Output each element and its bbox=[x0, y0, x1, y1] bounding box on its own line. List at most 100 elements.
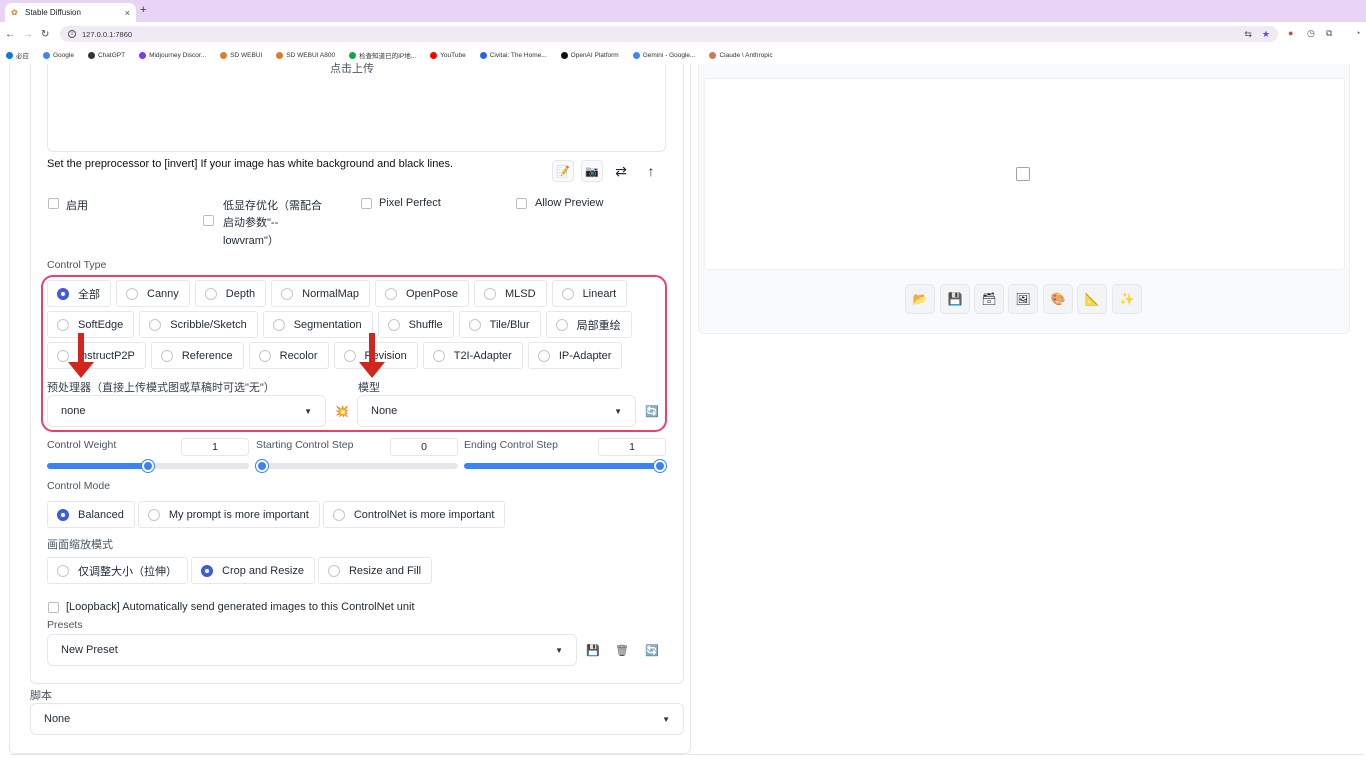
swap-icon[interactable]: ⇄ bbox=[610, 160, 632, 182]
upload-arrow-icon[interactable]: ↑ bbox=[640, 160, 662, 182]
ending-step-label: Ending Control Step bbox=[464, 439, 558, 451]
control-type-label: Control Type bbox=[47, 259, 107, 271]
ending-step-slider[interactable] bbox=[464, 463, 666, 469]
bookmark-item[interactable]: Google bbox=[43, 51, 74, 59]
bookmark-label: Civitai: The Home... bbox=[489, 51, 547, 59]
image-placeholder-icon bbox=[1016, 167, 1030, 181]
bookmark-label: SD WEBUI bbox=[230, 51, 263, 59]
ending-step-input[interactable]: 1 bbox=[598, 438, 666, 456]
bookmark-item[interactable]: YouTube bbox=[430, 51, 466, 59]
history-icon[interactable]: ◷ bbox=[1307, 28, 1315, 39]
annotation-arrow-shaft bbox=[78, 333, 84, 363]
bookmark-item[interactable]: Midjourney Discor... bbox=[139, 51, 206, 59]
control-mode-label: Balanced bbox=[78, 508, 124, 521]
loopback-checkbox[interactable] bbox=[48, 602, 59, 613]
bookmark-item[interactable]: 检查知道已的IP地... bbox=[349, 50, 416, 60]
open-folder-icon[interactable]: 📂 bbox=[905, 284, 935, 314]
bookmark-item[interactable]: SD WEBUI bbox=[220, 51, 263, 59]
bookmark-favicon-icon bbox=[276, 51, 284, 59]
annotation-arrow-shaft bbox=[369, 333, 375, 363]
radio-icon bbox=[57, 508, 69, 521]
control-mode-option[interactable]: My prompt is more important bbox=[137, 501, 320, 528]
pixel-perfect-checkbox[interactable] bbox=[361, 198, 372, 209]
translate-icon[interactable]: ⇆ bbox=[1244, 29, 1252, 40]
loopback-label: [Loopback] Automatically send generated … bbox=[66, 601, 415, 613]
preset-dropdown[interactable]: New Preset ▼ bbox=[47, 634, 577, 666]
bookmark-label: Claude \ Anthropic bbox=[719, 51, 773, 59]
radio-icon bbox=[327, 564, 340, 577]
forward-icon[interactable]: → bbox=[23, 29, 33, 40]
control-weight-label: Control Weight bbox=[47, 439, 117, 451]
send-to-img2img-icon[interactable]: 🖼 bbox=[1008, 284, 1038, 314]
ending-step-handle[interactable] bbox=[654, 460, 666, 472]
send-to-extras-icon[interactable]: 📐 bbox=[1077, 284, 1107, 314]
allow-preview-checkbox[interactable] bbox=[516, 198, 527, 209]
bookmark-item[interactable]: SD WEBUI A800 bbox=[276, 51, 336, 59]
resize-mode-option[interactable]: Crop and Resize bbox=[191, 557, 315, 584]
extension-icon[interactable]: ● bbox=[1288, 28, 1293, 38]
enable-checkbox[interactable] bbox=[48, 198, 59, 209]
lowvram-checkbox[interactable] bbox=[203, 215, 214, 226]
radio-icon bbox=[332, 508, 345, 521]
profile-icon[interactable]: ◔ bbox=[1355, 28, 1360, 38]
control-mode-option[interactable]: Balanced bbox=[47, 501, 135, 528]
new-tab-icon[interactable]: + bbox=[140, 4, 146, 16]
chevron-down-icon: ▼ bbox=[662, 714, 670, 724]
close-tab-icon[interactable]: × bbox=[125, 8, 130, 18]
browser-tab[interactable]: ✿ Stable Diffusion × bbox=[5, 3, 136, 22]
starting-step-handle[interactable] bbox=[256, 460, 268, 472]
bookmark-item[interactable]: 必应 bbox=[6, 50, 29, 60]
camera-icon[interactable]: 📷 bbox=[581, 160, 603, 182]
presets-label: Presets bbox=[47, 619, 83, 631]
lowvram-label-line3: lowvram"） bbox=[223, 235, 279, 247]
bookmark-favicon-icon bbox=[139, 51, 147, 59]
bookmark-item[interactable]: Claude \ Anthropic bbox=[709, 51, 773, 59]
back-icon[interactable]: ← bbox=[5, 29, 15, 40]
bookmark-label: Gemini - Google... bbox=[642, 51, 696, 59]
url-text: 127.0.0.1:7860 bbox=[82, 29, 133, 39]
control-weight-input[interactable]: 1 bbox=[181, 438, 249, 456]
resize-mode-group: 仅调整大小（拉伸） Crop and Resize Resize and Fill bbox=[47, 557, 433, 584]
bookmark-star-icon[interactable]: ★ bbox=[1262, 29, 1270, 40]
send-to-inpaint-icon[interactable]: 🎨 bbox=[1043, 284, 1073, 314]
bookmark-item[interactable]: Civitai: The Home... bbox=[479, 51, 547, 59]
control-weight-handle[interactable] bbox=[142, 460, 154, 472]
refresh-presets-icon[interactable]: 🔄 bbox=[642, 640, 662, 660]
bookmark-item[interactable]: Gemini - Google... bbox=[632, 51, 696, 59]
bookmark-label: 检查知道已的IP地... bbox=[359, 53, 417, 60]
control-mode-label: Control Mode bbox=[47, 480, 111, 492]
address-bar[interactable]: i 127.0.0.1:7860 ⇆ ★ bbox=[60, 26, 1278, 42]
save-preset-icon[interactable]: 💾 bbox=[583, 640, 603, 660]
save-icon[interactable]: 💾 bbox=[940, 284, 970, 314]
annotation-highlight-box bbox=[41, 275, 667, 432]
control-mode-option[interactable]: ControlNet is more important bbox=[322, 501, 506, 528]
bookmark-label: OpenAI Platform bbox=[570, 51, 619, 59]
delete-preset-icon[interactable]: 🗑 bbox=[612, 640, 632, 660]
control-mode-label: ControlNet is more important bbox=[353, 508, 495, 521]
bookmark-favicon-icon bbox=[220, 51, 228, 59]
reload-icon[interactable]: ↻ bbox=[41, 29, 49, 40]
sparkle-icon[interactable]: ✨ bbox=[1112, 284, 1142, 314]
radio-icon bbox=[201, 564, 213, 577]
allow-preview-label: Allow Preview bbox=[535, 197, 604, 209]
bookmark-label: Google bbox=[53, 51, 74, 59]
extensions-puzzle-icon[interactable]: ⧉ bbox=[1326, 28, 1332, 39]
resize-mode-option[interactable]: 仅调整大小（拉伸） bbox=[47, 557, 188, 584]
starting-step-input[interactable]: 0 bbox=[390, 438, 458, 456]
resize-mode-option[interactable]: Resize and Fill bbox=[317, 557, 433, 584]
script-dropdown[interactable]: None ▼ bbox=[30, 703, 684, 735]
edit-icon[interactable]: 📝 bbox=[552, 160, 574, 182]
bookmark-label: 必应 bbox=[16, 53, 29, 60]
image-upload-area[interactable] bbox=[47, 64, 666, 152]
zip-icon[interactable]: 🗃 bbox=[974, 284, 1004, 314]
bookmark-favicon-icon bbox=[43, 51, 50, 59]
upload-text[interactable]: 点击上传 bbox=[330, 60, 374, 76]
starting-step-slider[interactable] bbox=[256, 463, 458, 469]
site-info-icon[interactable]: i bbox=[68, 30, 76, 38]
sd-favicon-icon: ✿ bbox=[11, 8, 18, 17]
bookmark-item[interactable]: OpenAI Platform bbox=[560, 51, 619, 59]
script-label: 脚本 bbox=[30, 690, 52, 702]
bookmark-label: YouTube bbox=[440, 51, 466, 59]
bookmark-item[interactable]: ChatGPT bbox=[87, 51, 125, 59]
bookmark-label: SD WEBUI A800 bbox=[286, 51, 336, 59]
